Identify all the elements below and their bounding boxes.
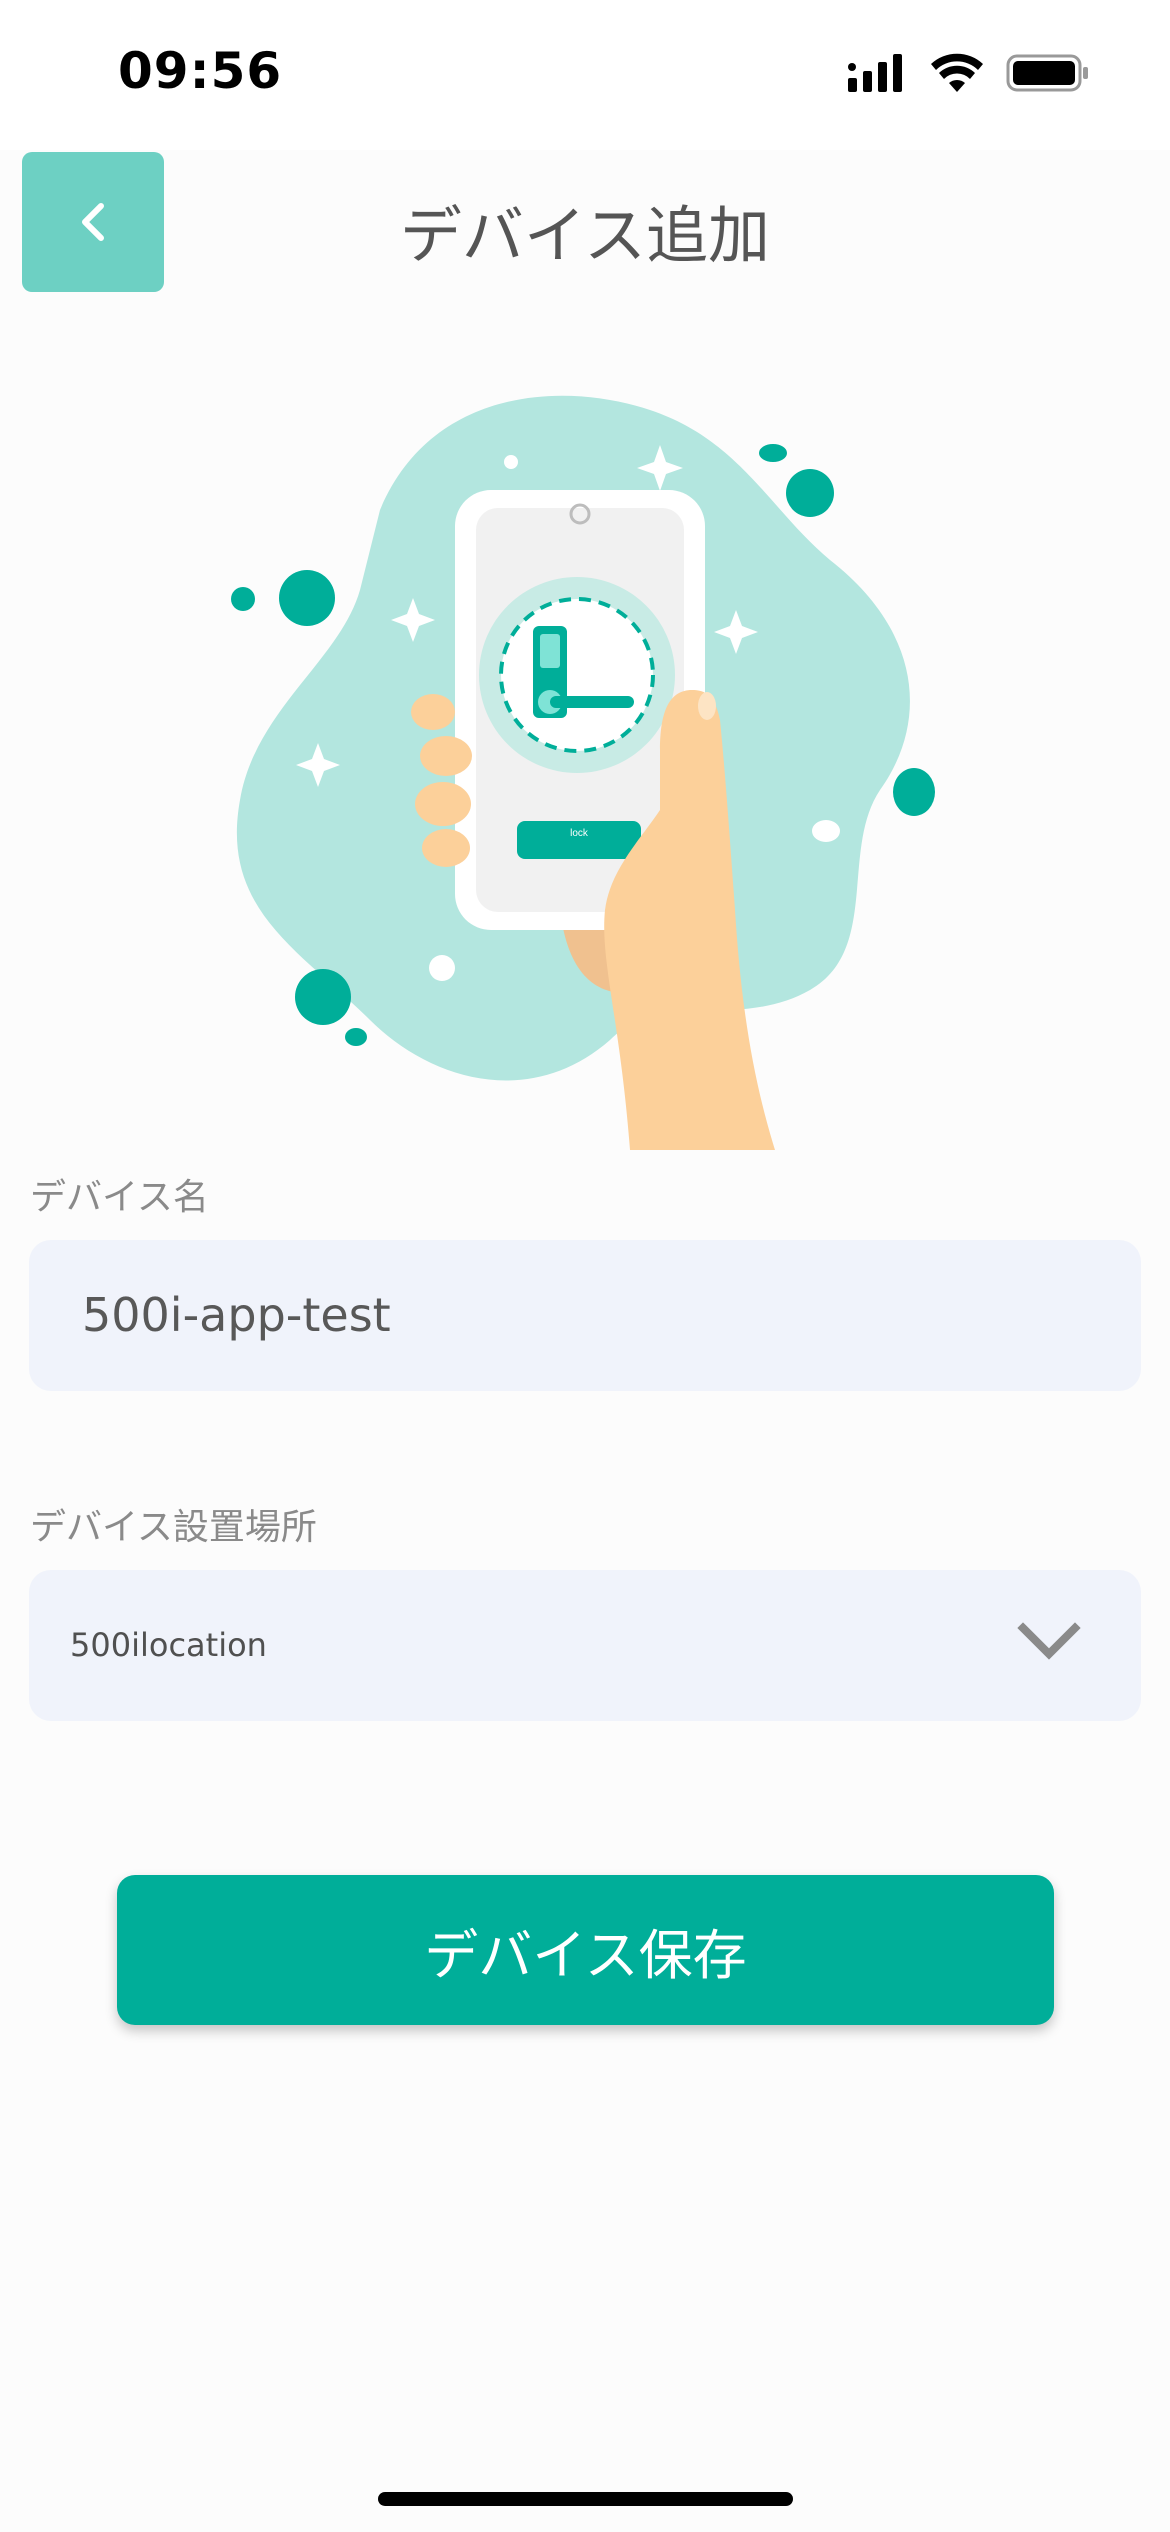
device-name-value: 500i-app-test [82,1288,391,1342]
save-device-button[interactable]: デバイス保存 [117,1875,1054,2025]
device-location-select[interactable]: 500ilocation [29,1570,1141,1721]
device-name-field[interactable]: 500i-app-test [29,1240,1141,1391]
page-title: デバイス追加 [399,199,771,272]
status-icons [846,52,1090,94]
phone-lock-illustration: lock [231,395,935,1150]
header: デバイス追加 [0,150,1170,295]
status-bar: 09:56 [0,0,1170,150]
illustration-lock-text: lock [570,828,589,839]
wifi-icon [931,53,983,92]
device-location-value: 500ilocation [70,1626,267,1664]
home-indicator [378,2492,793,2506]
device-location-label: デバイス設置場所 [30,1507,317,1548]
cellular-signal-icon [848,54,902,92]
device-name-label: デバイス名 [30,1177,209,1218]
status-time: 09:56 [118,42,283,100]
chevron-down-icon [1017,1622,1081,1660]
battery-icon [1006,54,1088,92]
